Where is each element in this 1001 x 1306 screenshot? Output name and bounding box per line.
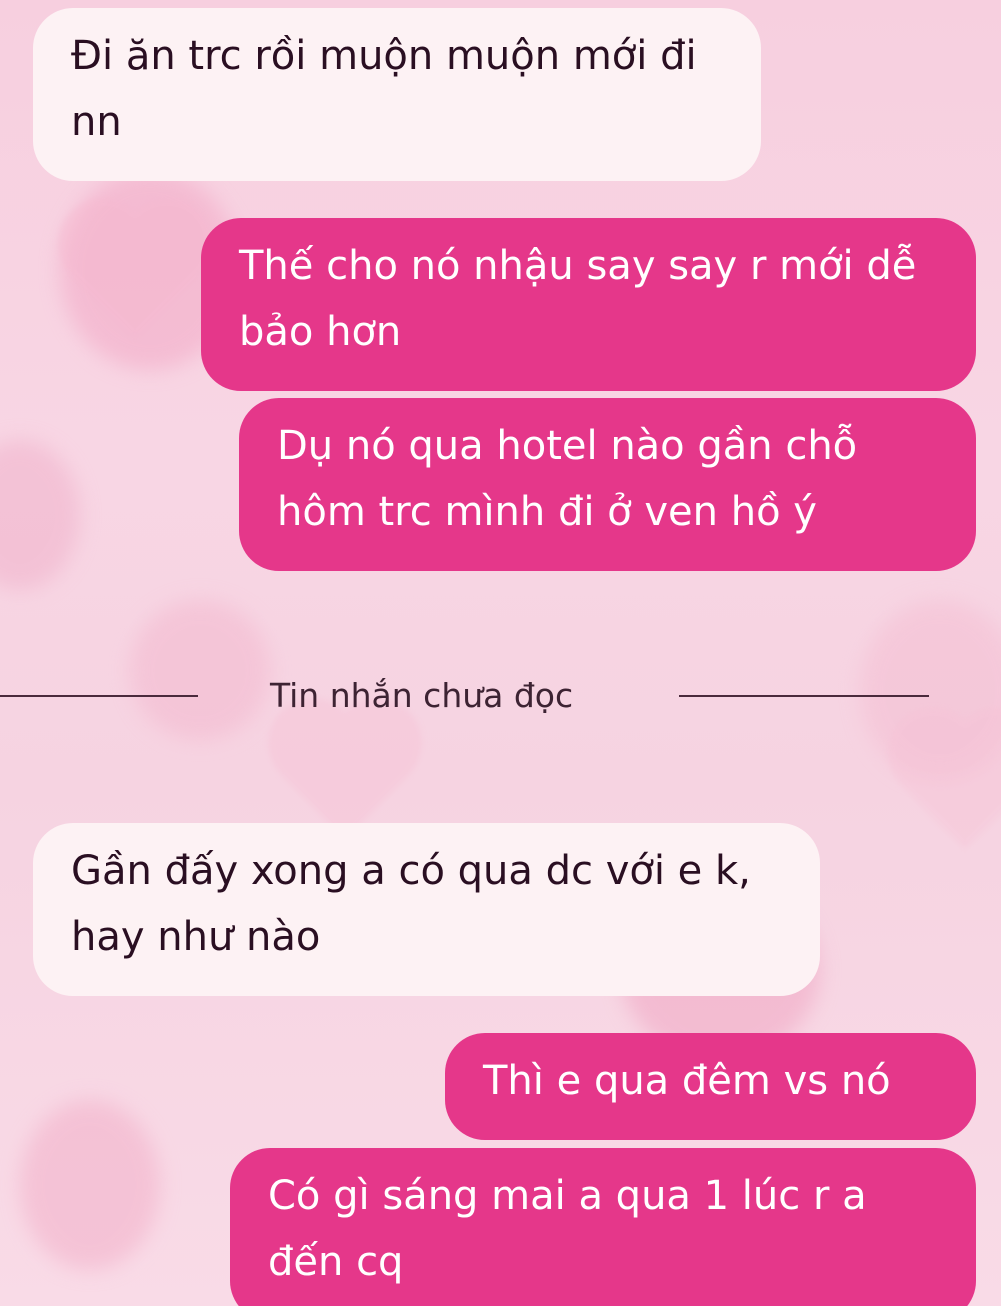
message-bubble-outgoing[interactable]: Thế cho nó nhậu say say r mới dễ bảo hơn [201, 218, 976, 391]
background-heart [901, 721, 1001, 849]
divider-line-right [679, 695, 929, 697]
chat-screen: Đi ăn trc rồi muộn muộn mới đi nn Thế ch… [0, 0, 1001, 1306]
message-bubble-outgoing[interactable]: Có gì sáng mai a qua 1 lúc r a đến cq [230, 1148, 976, 1306]
message-bubble-incoming[interactable]: Gần đấy xong a có qua dc với e k, hay nh… [33, 823, 820, 996]
unread-messages-divider: Tin nhắn chưa đọc [270, 676, 574, 715]
message-bubble-outgoing[interactable]: Thì e qua đêm vs nó [445, 1033, 976, 1140]
message-bubble-incoming[interactable]: Đi ăn trc rồi muộn muộn mới đi nn [33, 8, 761, 181]
background-balloon [0, 440, 80, 590]
background-balloon [130, 600, 270, 740]
message-bubble-outgoing[interactable]: Dụ nó qua hotel nào gần chỗ hôm trc mình… [239, 398, 976, 571]
background-balloon [20, 1100, 160, 1270]
background-heart [281, 711, 409, 839]
divider-line-left [0, 695, 198, 697]
